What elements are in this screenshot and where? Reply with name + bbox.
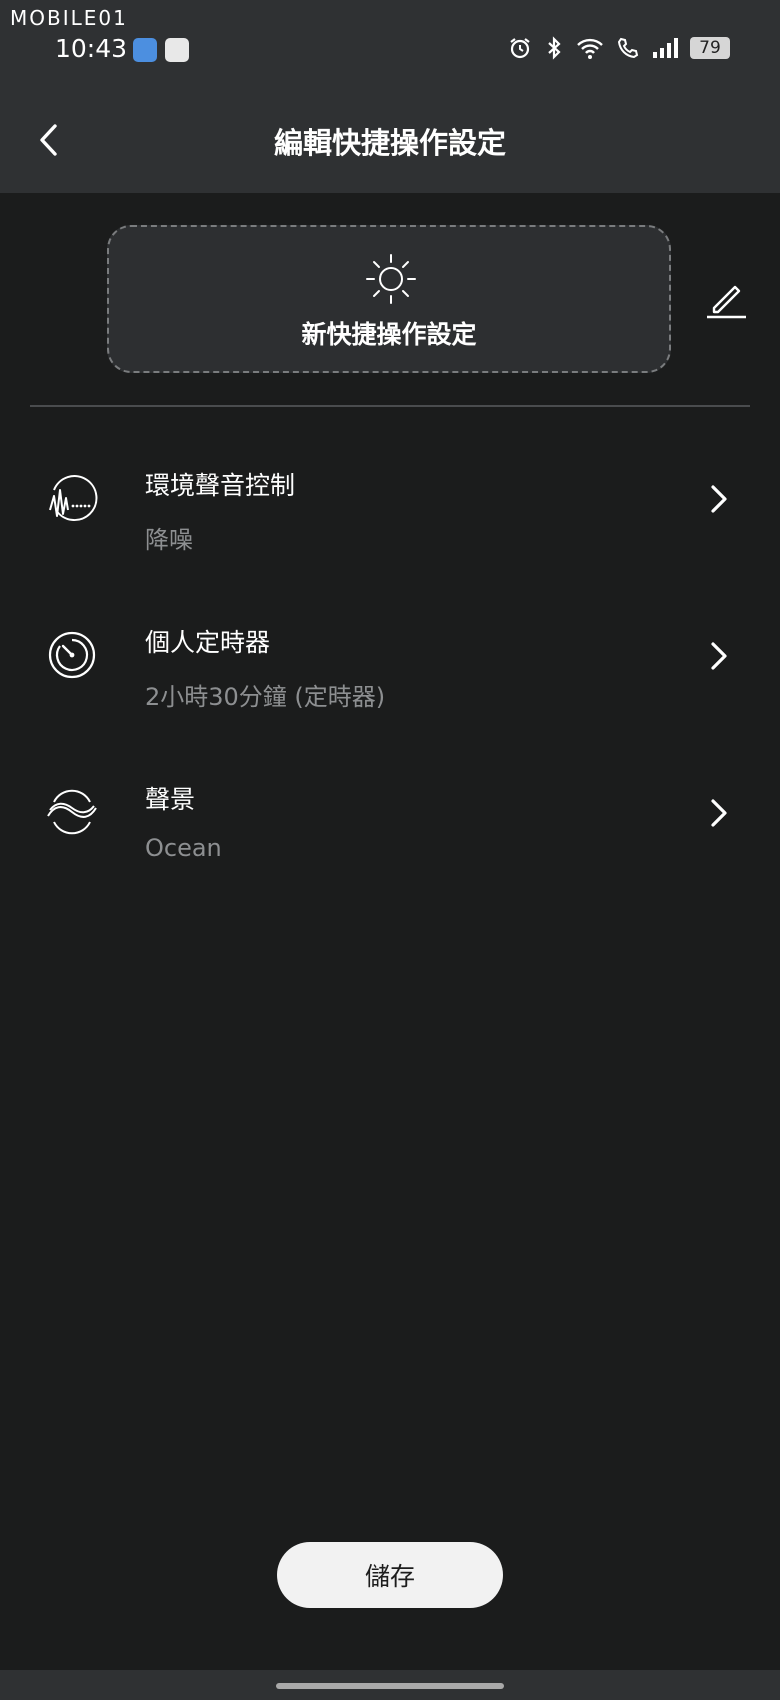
setting-value: 降噪 (145, 526, 193, 554)
divider (30, 405, 750, 407)
preset-name: 新快捷操作設定 (301, 320, 477, 349)
soundscape-icon (47, 789, 97, 835)
setting-label: 聲景 (145, 785, 196, 814)
headphones-app-icon (165, 38, 189, 62)
chevron-right-icon (711, 799, 727, 827)
wifi-icon (577, 38, 603, 59)
notification-icons (133, 38, 189, 62)
timer-icon (48, 631, 96, 679)
top-bar: MOBILE01 10:43 79 編輯快捷操作設定 (0, 0, 780, 193)
setting-label: 環境聲音控制 (145, 471, 296, 500)
pencil-icon (707, 285, 746, 319)
ambient-sound-icon (49, 475, 98, 522)
battery-indicator: 79 (690, 37, 730, 59)
settings-item-ambient-sound[interactable]: 環境聲音控制 降噪 (0, 432, 780, 572)
chevron-right-icon (711, 642, 727, 670)
wifi-calling-icon (617, 37, 639, 59)
setting-label: 個人定時器 (145, 628, 271, 657)
page-title: 編輯快捷操作設定 (273, 126, 506, 160)
edit-name-button[interactable] (704, 276, 748, 320)
settings-item-soundscape[interactable]: 聲景 Ocean (0, 746, 780, 886)
status-time: 10:43 (55, 34, 128, 63)
preset-card[interactable]: 新快捷操作設定 (107, 225, 671, 373)
weather-app-icon (133, 38, 157, 62)
chevron-right-icon (711, 485, 727, 513)
save-button[interactable]: 儲存 (277, 1542, 503, 1608)
watermark-logo: MOBILE01 (10, 6, 128, 30)
setting-value: Ocean (145, 834, 222, 862)
sun-icon (366, 254, 416, 304)
status-icons: 79 (508, 36, 730, 60)
signal-icon (653, 38, 678, 58)
alarm-icon (510, 38, 530, 59)
bluetooth-icon (548, 36, 561, 60)
home-indicator[interactable] (276, 1683, 504, 1689)
settings-item-personal-timer[interactable]: 個人定時器 2小時30分鐘 (定時器) (0, 589, 780, 729)
setting-value: 2小時30分鐘 (定時器) (145, 683, 386, 711)
